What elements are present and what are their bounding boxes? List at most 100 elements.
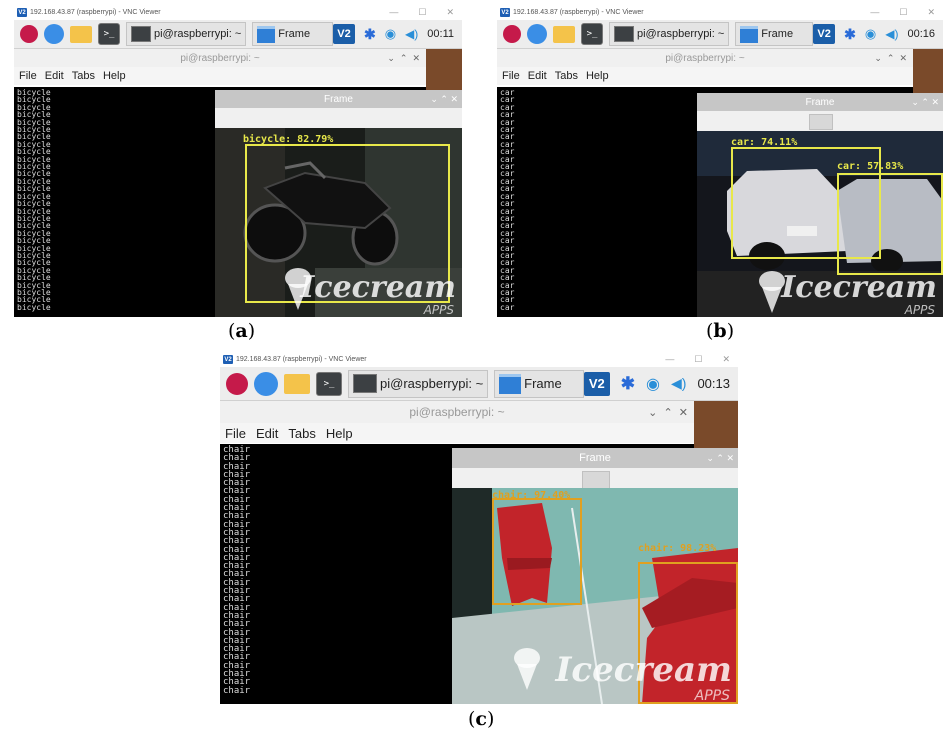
- wifi-icon[interactable]: ◉: [865, 26, 876, 42]
- menu-edit[interactable]: Edit: [528, 70, 547, 82]
- terminal-icon: [353, 374, 377, 393]
- camera-view: chair: 97.40% chair: 98.23% Icecream APP…: [452, 488, 738, 704]
- menu-edit[interactable]: Edit: [256, 426, 278, 441]
- chevron-down-icon[interactable]: ⌄: [706, 453, 714, 463]
- raspberry-menu-icon[interactable]: [20, 25, 38, 43]
- chevron-up-icon[interactable]: ⌃: [921, 97, 929, 107]
- vnc-window-title: 192.168.43.87 (raspberrypi) - VNC Viewer: [513, 9, 644, 16]
- chevron-up-icon[interactable]: ⌃: [400, 53, 408, 63]
- menu-file[interactable]: File: [225, 426, 246, 441]
- close-icon[interactable]: ✕: [899, 53, 907, 63]
- close-icon[interactable]: ✕: [679, 407, 688, 419]
- menu-edit[interactable]: Edit: [45, 70, 64, 82]
- taskbar-terminal-label: pi@raspberrypi: ~: [154, 28, 242, 40]
- menu-tabs[interactable]: Tabs: [288, 426, 315, 441]
- menu-help[interactable]: Help: [103, 70, 126, 82]
- frame-toolbar: [452, 468, 738, 489]
- file-manager-icon[interactable]: [70, 25, 92, 43]
- frame-window-icon: [740, 25, 759, 43]
- close-icon[interactable]: ✕: [726, 453, 734, 463]
- minimize-icon[interactable]: —: [870, 7, 879, 18]
- volume-icon[interactable]: ◀): [671, 375, 686, 392]
- chevron-up-icon[interactable]: ⌃: [887, 53, 895, 63]
- raspberry-menu-icon[interactable]: [226, 372, 248, 395]
- vnc-window-titlebar: V2 192.168.43.87 (raspberrypi) - VNC Vie…: [220, 352, 738, 367]
- frame-window-icon: [257, 25, 276, 43]
- terminal-launcher-icon[interactable]: >_: [581, 23, 603, 45]
- wifi-icon[interactable]: ◉: [385, 26, 396, 42]
- bluetooth-icon[interactable]: ✱: [844, 26, 856, 43]
- close-icon[interactable]: ✕: [450, 94, 458, 104]
- terminal-menubar: File Edit Tabs Help: [14, 67, 426, 85]
- file-manager-icon[interactable]: [284, 373, 310, 394]
- file-manager-icon[interactable]: [553, 25, 575, 43]
- terminal-launcher-icon[interactable]: >_: [316, 371, 342, 396]
- menu-file[interactable]: File: [502, 70, 520, 82]
- menu-tabs[interactable]: Tabs: [555, 70, 578, 82]
- browser-icon[interactable]: [44, 24, 64, 44]
- menu-tabs[interactable]: Tabs: [72, 70, 95, 82]
- close-icon[interactable]: ✕: [931, 97, 939, 107]
- taskbar-frame-button[interactable]: Frame: [735, 22, 814, 46]
- close-icon[interactable]: ✕: [446, 7, 454, 18]
- frame-window: Frame ⌄ ⌃ ✕ chair: 97.40% chair: 98.23% …: [452, 448, 738, 704]
- chevron-down-icon[interactable]: ⌄: [430, 94, 438, 104]
- clock: 00:16: [907, 28, 935, 40]
- detection-label: chair: 98.23%: [638, 543, 717, 554]
- browser-icon[interactable]: [254, 371, 278, 396]
- minimize-icon[interactable]: —: [665, 354, 674, 365]
- taskbar-terminal-button[interactable]: pi@raspberrypi: ~: [348, 369, 489, 398]
- taskbar-frame-button[interactable]: Frame: [252, 22, 333, 46]
- chevron-up-icon[interactable]: ⌃: [440, 94, 448, 104]
- close-icon[interactable]: ✕: [927, 7, 935, 18]
- chevron-up-icon[interactable]: ⌃: [716, 453, 724, 463]
- menu-file[interactable]: File: [19, 70, 37, 82]
- taskbar-terminal-button[interactable]: pi@raspberrypi: ~: [609, 22, 730, 46]
- frame-window: Frame ⌄ ⌃ ✕ car: 74.11% car: 57.83% Icec…: [697, 93, 943, 317]
- watermark: Icecream: [555, 650, 733, 690]
- chevron-down-icon[interactable]: ⌄: [911, 97, 919, 107]
- taskbar-terminal-label: pi@raspberrypi: ~: [637, 28, 725, 40]
- chevron-down-icon[interactable]: ⌄: [874, 53, 882, 63]
- close-icon[interactable]: ✕: [412, 53, 420, 63]
- watermark-sub: APPS: [904, 303, 935, 317]
- maximize-icon[interactable]: ☐: [694, 354, 702, 365]
- taskbar-frame-label: Frame: [278, 28, 311, 40]
- frame-toolbar-button[interactable]: [809, 114, 833, 130]
- bluetooth-icon[interactable]: ✱: [621, 374, 635, 394]
- terminal-launcher-icon[interactable]: >_: [98, 23, 120, 45]
- chevron-down-icon[interactable]: ⌄: [648, 407, 657, 419]
- close-icon[interactable]: ✕: [722, 354, 730, 365]
- taskbar-terminal-button[interactable]: pi@raspberrypi: ~: [126, 22, 247, 46]
- vnc-server-icon[interactable]: V2: [583, 371, 610, 396]
- bluetooth-icon[interactable]: ✱: [364, 26, 376, 43]
- maximize-icon[interactable]: ☐: [418, 7, 426, 18]
- terminal-titlebar: pi@raspberrypi: ~ ⌄ ⌃ ✕: [497, 49, 913, 67]
- vnc-server-icon[interactable]: V2: [332, 24, 355, 44]
- frame-window-icon: [499, 373, 522, 394]
- wifi-icon[interactable]: ◉: [646, 374, 660, 394]
- volume-icon[interactable]: ◀): [405, 27, 418, 41]
- menu-help[interactable]: Help: [326, 426, 353, 441]
- terminal-menubar: File Edit Tabs Help: [497, 67, 913, 85]
- chevron-up-icon[interactable]: ⌃: [663, 407, 672, 419]
- terminal-menubar: File Edit Tabs Help: [220, 423, 694, 443]
- raspberry-menu-icon[interactable]: [503, 25, 521, 43]
- maximize-icon[interactable]: ☐: [899, 7, 907, 18]
- menu-help[interactable]: Help: [586, 70, 609, 82]
- vnc-window-titlebar: V2 192.168.43.87 (raspberrypi) - VNC Vie…: [497, 5, 943, 20]
- camera-view: car: 74.11% car: 57.83% Icecream APPS: [697, 131, 943, 317]
- browser-icon[interactable]: [527, 24, 547, 44]
- minimize-icon[interactable]: —: [389, 7, 398, 18]
- frame-toolbar-button[interactable]: [582, 471, 610, 489]
- vnc-window-title: 192.168.43.87 (raspberrypi) - VNC Viewer: [236, 356, 367, 363]
- vnc-server-icon[interactable]: V2: [813, 24, 836, 44]
- camera-view: bicycle: 82.79% Icecream APPS: [215, 128, 462, 317]
- volume-icon[interactable]: ◀): [885, 27, 898, 41]
- frame-toolbar: [697, 111, 943, 131]
- taskbar-frame-button[interactable]: Frame: [494, 369, 584, 398]
- vnc-logo-icon: V2: [223, 355, 233, 364]
- chevron-down-icon[interactable]: ⌄: [387, 53, 395, 63]
- vnc-window-titlebar: V2 192.168.43.87 (raspberrypi) - VNC Vie…: [14, 5, 462, 20]
- vnc-logo-icon: V2: [17, 8, 27, 17]
